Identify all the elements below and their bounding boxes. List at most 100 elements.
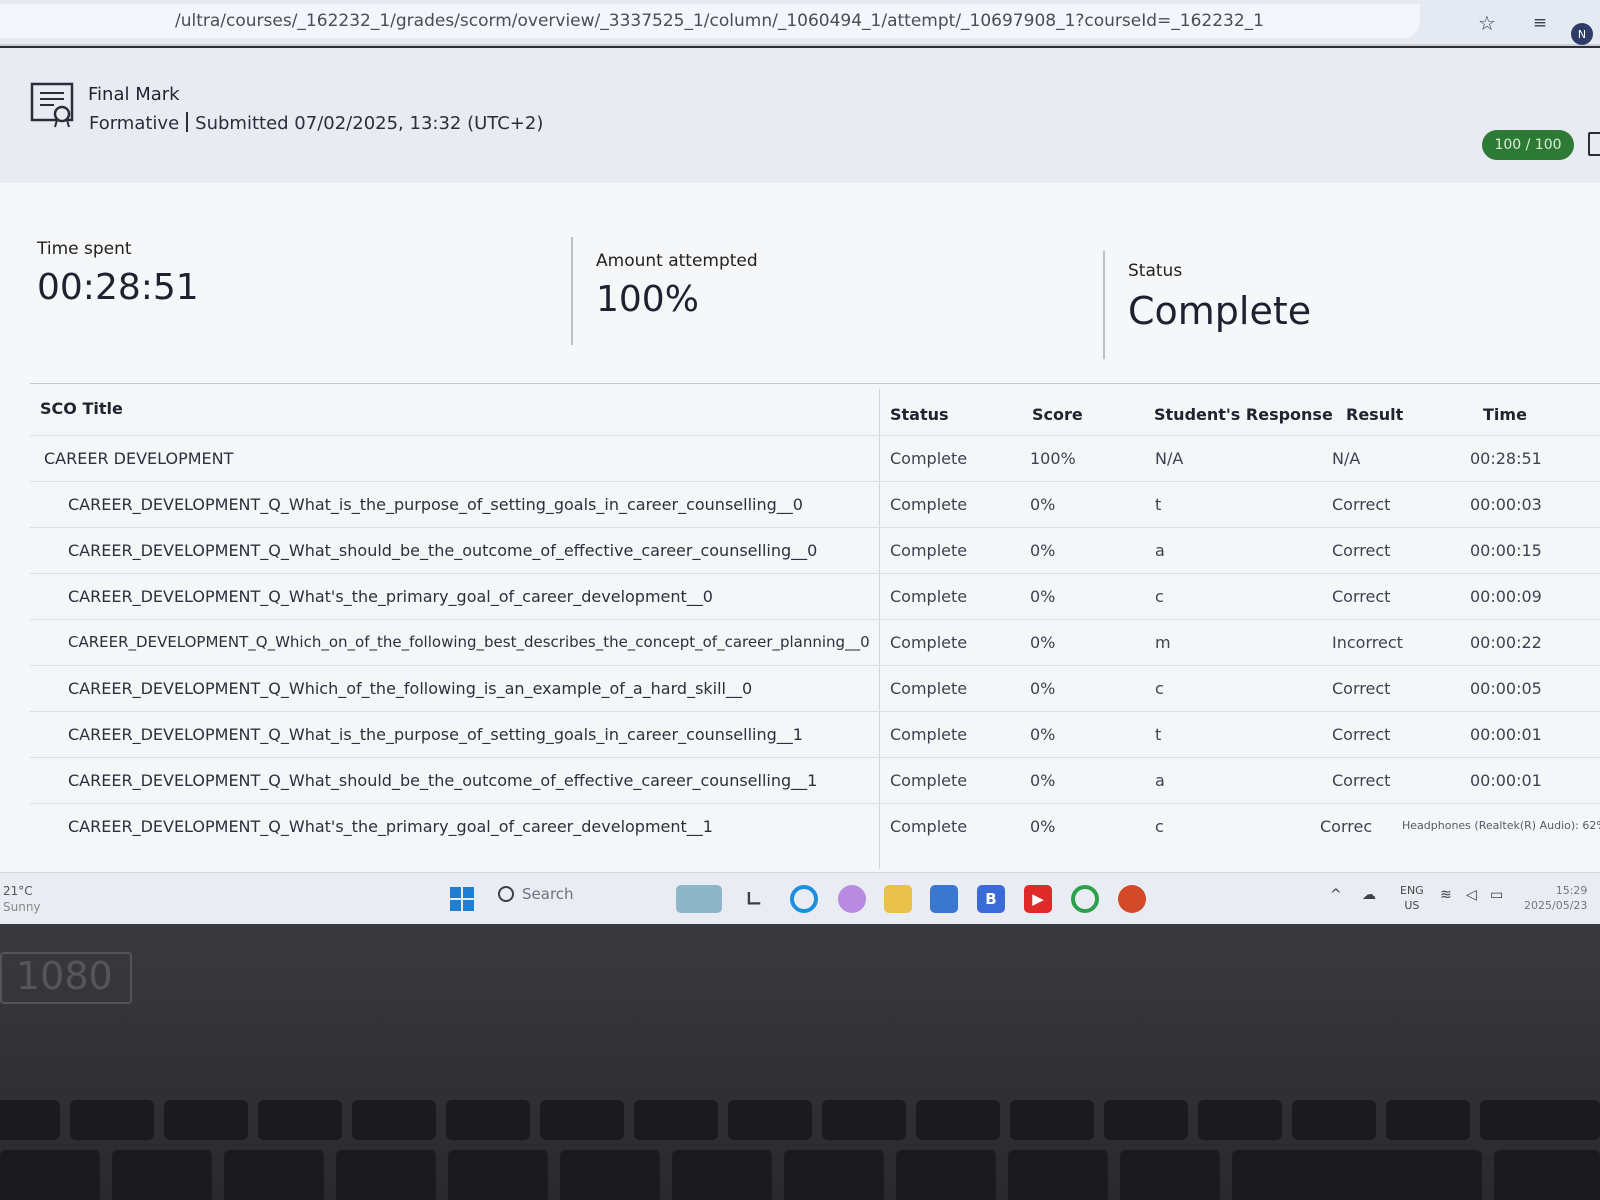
column-header-status: Status — [890, 405, 949, 424]
sco-title: CAREER_DEVELOPMENT_Q_What's_the_primary_… — [68, 587, 713, 606]
powerpoint-icon[interactable] — [1118, 885, 1146, 913]
row-response: N/A — [1155, 449, 1184, 468]
number-key-row — [0, 1150, 1600, 1200]
store-icon[interactable] — [930, 885, 958, 913]
keyboard-key — [560, 1150, 660, 1200]
keyboard-key — [916, 1100, 1000, 1140]
row-status: Complete — [890, 587, 968, 606]
amount-attempted-value: 100% — [596, 279, 699, 320]
weather-widget[interactable]: 21°C Sunny — [3, 883, 41, 915]
column-header-score: Score — [1032, 405, 1083, 424]
table-row: CAREER_DEVELOPMENT_Q_What_is_the_purpose… — [30, 711, 1600, 757]
widgets-app-icon[interactable] — [676, 885, 722, 913]
grade-header: Final Mark Formative Submitted 07/02/2025… — [0, 48, 1600, 183]
wifi-icon[interactable]: ≋ — [1440, 887, 1452, 903]
keyboard-key — [634, 1100, 718, 1140]
submission-info: Formative Submitted 07/02/2025, 13:32 (UT… — [89, 112, 543, 134]
task-view-icon[interactable]: ∟ — [740, 885, 768, 913]
b-app-icon[interactable]: B — [977, 885, 1005, 913]
row-score: 0% — [1030, 541, 1056, 560]
table-row: CAREER_DEVELOPMENT_Q_What_should_be_the_… — [30, 527, 1600, 573]
chrome-browser-icon[interactable] — [1071, 885, 1099, 913]
sco-title: CAREER DEVELOPMENT — [44, 449, 234, 468]
row-time: 00:00:01 — [1470, 725, 1542, 744]
row-response: m — [1155, 633, 1171, 652]
amount-attempted-stat: Amount attempted 100% — [596, 251, 758, 320]
row-time: 00:00:03 — [1470, 495, 1542, 514]
keyboard-key — [672, 1150, 772, 1200]
chevron-up-icon[interactable]: ^ — [1330, 887, 1342, 903]
row-result: Correct — [1332, 771, 1391, 790]
keyboard-key — [1120, 1150, 1220, 1200]
row-response: c — [1155, 817, 1164, 836]
row-score: 100% — [1030, 449, 1076, 468]
table-row: CAREER_DEVELOPMENT_Q_Which_on_of_the_fol… — [30, 619, 1600, 665]
taskbar-search[interactable]: Search — [498, 885, 658, 913]
time-spent-label: Time spent — [37, 239, 132, 259]
row-response: c — [1155, 587, 1164, 606]
attempt-summary: Time spent 00:28:51 Amount attempted 100… — [0, 183, 1600, 383]
function-key-row — [0, 1100, 1600, 1150]
keyboard-key — [0, 1100, 60, 1140]
row-status: Complete — [890, 817, 968, 836]
weather-condition: Sunny — [3, 900, 41, 914]
reading-list-icon[interactable]: ≡ — [1525, 8, 1555, 38]
row-result: N/A — [1332, 449, 1361, 468]
keyboard-key — [448, 1150, 548, 1200]
profile-avatar[interactable]: N — [1571, 23, 1593, 45]
backspace-key — [1232, 1150, 1482, 1200]
row-score: 0% — [1030, 587, 1056, 606]
row-status: Complete — [890, 541, 968, 560]
windows-start-icon[interactable] — [450, 887, 474, 911]
language-code: ENG — [1400, 884, 1424, 897]
keyboard-key — [896, 1150, 996, 1200]
url-bar[interactable]: /ultra/courses/_162232_1/grades/scorm/ov… — [0, 4, 1420, 38]
keyboard-key — [1010, 1100, 1094, 1140]
copilot-icon[interactable] — [838, 885, 866, 913]
amount-attempted-label: Amount attempted — [596, 251, 758, 271]
keyboard-key — [112, 1150, 212, 1200]
row-result: Correct — [1332, 725, 1391, 744]
bookmark-star-icon[interactable]: ☆ — [1472, 8, 1502, 38]
row-score: 0% — [1030, 817, 1056, 836]
volume-icon[interactable]: ◁ — [1466, 887, 1477, 903]
row-result: Correct — [1332, 679, 1391, 698]
sco-title: CAREER_DEVELOPMENT_Q_What's_the_primary_… — [68, 817, 713, 836]
keyboard-key — [1008, 1150, 1108, 1200]
table-row: CAREER_DEVELOPMENT_Q_What's_the_primary_… — [30, 803, 1600, 849]
keyboard-key — [446, 1100, 530, 1140]
file-explorer-icon[interactable] — [884, 885, 912, 913]
row-result: Correct — [1332, 495, 1391, 514]
onedrive-icon[interactable]: ☁ — [1362, 887, 1376, 903]
table-row: CAREER_DEVELOPMENT_Q_What_should_be_the_… — [30, 757, 1600, 803]
row-response: a — [1155, 541, 1165, 560]
side-panel-icon[interactable] — [1588, 132, 1600, 156]
row-status: Complete — [890, 679, 968, 698]
row-score: 0% — [1030, 725, 1056, 744]
keyboard-layout: US — [1404, 899, 1420, 912]
table-row: CAREER_DEVELOPMENT_Q_What's_the_primary_… — [30, 573, 1600, 619]
keyboard-key — [1292, 1100, 1376, 1140]
keyboard-key — [224, 1150, 324, 1200]
row-time: 00:00:09 — [1470, 587, 1542, 606]
divider — [571, 237, 573, 345]
row-score: 0% — [1030, 679, 1056, 698]
table-row: CAREER DEVELOPMENT Complete 100% N/A N/A… — [30, 435, 1600, 481]
system-clock[interactable]: 15:29 2025/05/23 — [1524, 883, 1587, 913]
column-header-student-response: Student's Response — [1154, 405, 1333, 424]
row-status: Complete — [890, 495, 968, 514]
row-result: Correct — [1332, 587, 1391, 606]
keyboard-key — [1386, 1100, 1470, 1140]
grade-attempt-page: Final Mark Formative Submitted 07/02/2025… — [0, 48, 1600, 872]
row-time: 00:00:01 — [1470, 771, 1542, 790]
edge-browser-icon[interactable] — [790, 885, 818, 913]
row-time: 00:28:51 — [1470, 449, 1542, 468]
input-language[interactable]: ENG US — [1400, 883, 1424, 913]
browser-toolbar: /ultra/courses/_162232_1/grades/scorm/ov… — [0, 0, 1600, 46]
youtube-icon[interactable]: ▶ — [1024, 885, 1052, 913]
status-stat: Status Complete — [1128, 261, 1311, 333]
battery-icon[interactable]: ▭ — [1490, 887, 1503, 903]
keyboard-key — [1198, 1100, 1282, 1140]
table-row: CAREER_DEVELOPMENT_Q_What_is_the_purpose… — [30, 481, 1600, 527]
keyboard-key — [352, 1100, 436, 1140]
